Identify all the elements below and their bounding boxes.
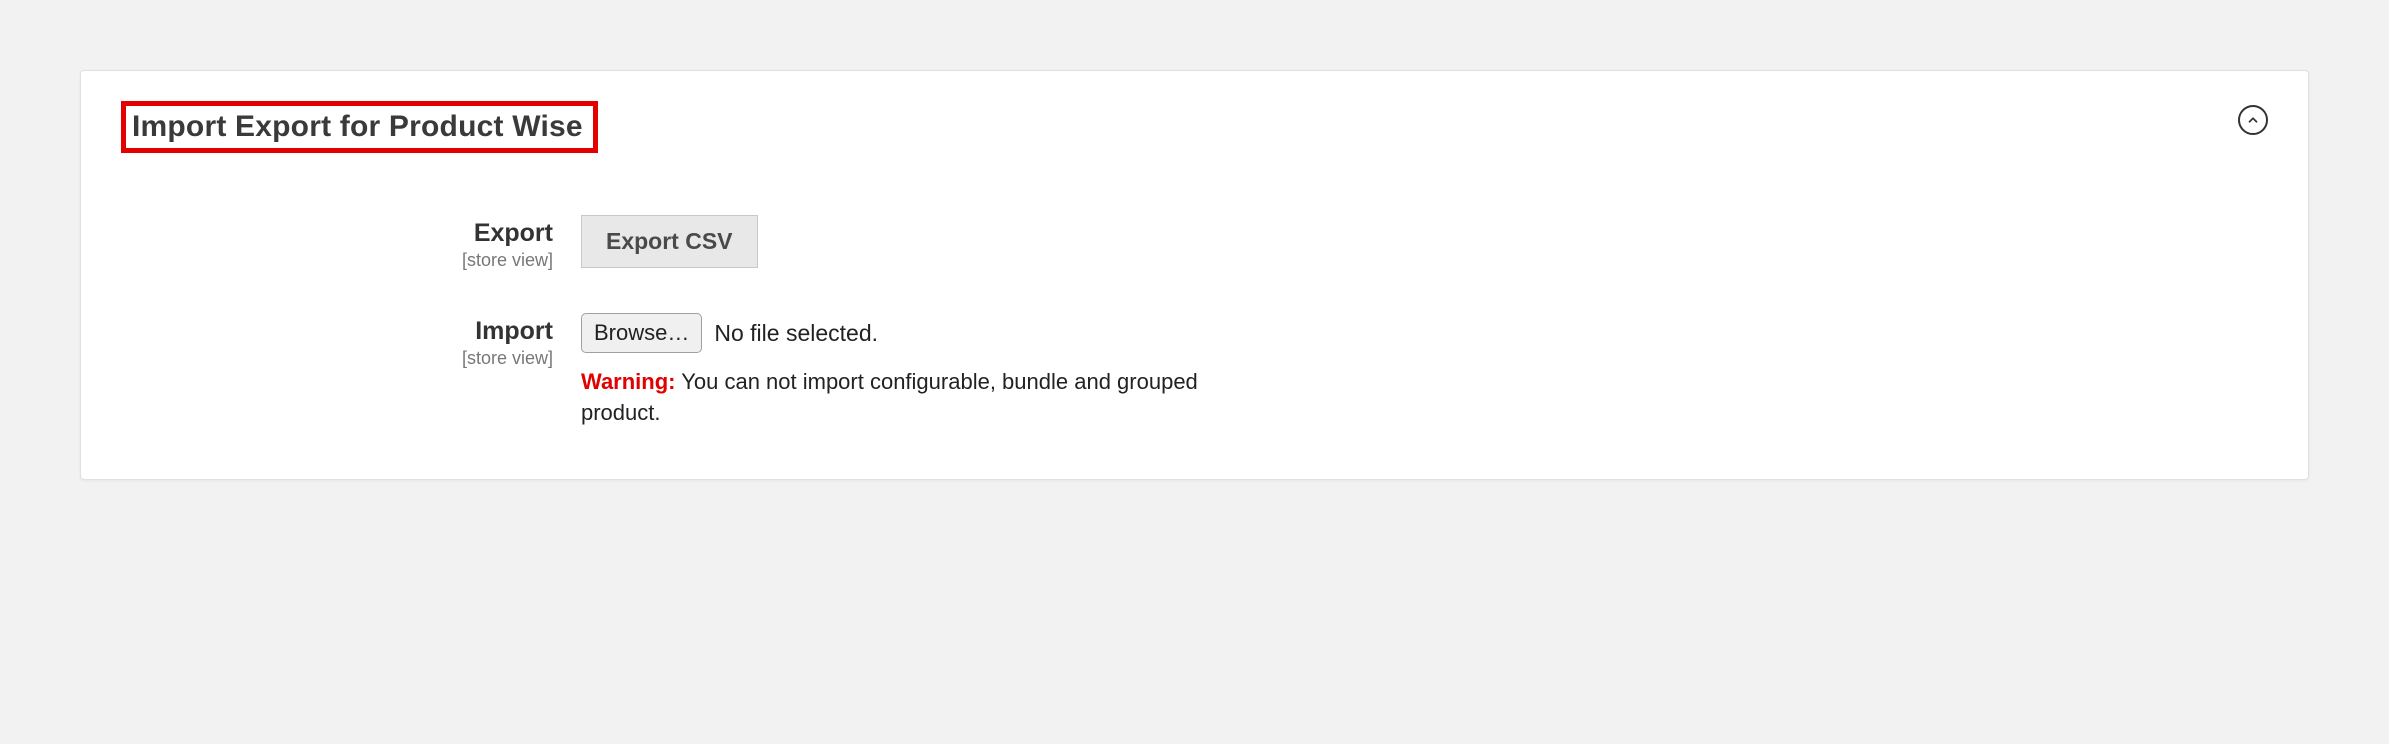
export-row: Export [store view] Export CSV — [121, 213, 2268, 271]
export-control: Export CSV — [581, 213, 2268, 268]
warning-label: Warning: — [581, 369, 676, 394]
panel-title-highlight: Import Export for Product Wise — [121, 101, 598, 153]
export-csv-button[interactable]: Export CSV — [581, 215, 758, 268]
file-status-text: No file selected. — [714, 320, 878, 347]
browse-button[interactable]: Browse… — [581, 313, 702, 353]
export-scope: [store view] — [121, 250, 553, 271]
import-control: Browse… No file selected. Warning: You c… — [581, 311, 2268, 429]
export-label-col: Export [store view] — [121, 213, 581, 271]
import-export-panel: Import Export for Product Wise Export [s… — [80, 70, 2309, 480]
import-label-col: Import [store view] — [121, 311, 581, 369]
file-input-group: Browse… No file selected. — [581, 313, 2268, 353]
panel-header: Import Export for Product Wise — [121, 101, 2268, 153]
export-label: Export — [121, 219, 553, 248]
collapse-toggle-icon[interactable] — [2238, 105, 2268, 135]
panel-title: Import Export for Product Wise — [132, 110, 583, 143]
import-scope: [store view] — [121, 348, 553, 369]
import-label: Import — [121, 317, 553, 346]
import-row: Import [store view] Browse… No file sele… — [121, 311, 2268, 429]
import-warning: Warning: You can not import configurable… — [581, 367, 1201, 429]
